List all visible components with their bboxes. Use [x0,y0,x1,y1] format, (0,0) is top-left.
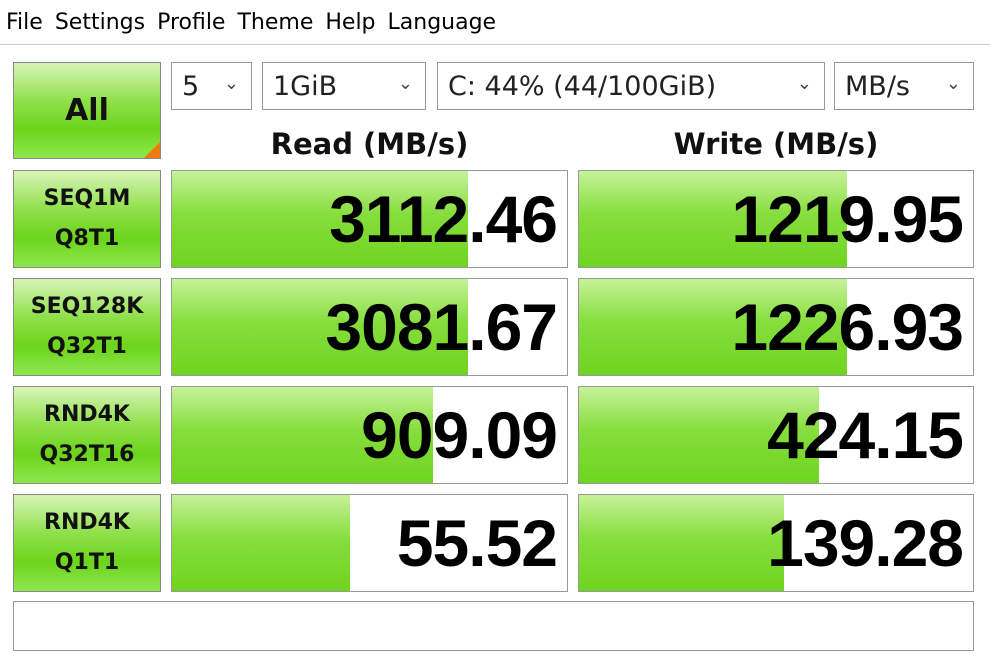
all-button[interactable]: All [13,62,161,159]
write-result: 424.15 [578,386,974,484]
menu-language[interactable]: Language [382,10,503,35]
chevron-down-icon: ⌄ [223,73,239,94]
test-label-2: Q32T16 [39,442,135,467]
menu-profile[interactable]: Profile [151,10,231,35]
write-result: 139.28 [578,494,974,592]
test-button[interactable]: SEQ1M Q8T1 [13,170,161,268]
unit-value: MB/s [845,70,910,102]
unit-select[interactable]: MB/s ⌄ [834,62,974,110]
corner-marker-icon [144,142,160,158]
test-size-value: 1GiB [273,70,338,102]
drive-select[interactable]: C: 44% (44/100GiB) ⌄ [437,62,825,110]
test-button[interactable]: RND4K Q1T1 [13,494,161,592]
read-value: 3081.67 [325,290,558,364]
read-result: 3112.46 [171,170,568,268]
chevron-down-icon: ⌄ [945,73,961,94]
comment-field[interactable] [13,601,974,651]
read-result: 55.52 [171,494,568,592]
test-label-1: RND4K [44,402,130,427]
test-button[interactable]: RND4K Q32T16 [13,386,161,484]
test-count-value: 5 [182,70,200,102]
menu-settings[interactable]: Settings [49,10,151,35]
test-label-2: Q32T1 [47,334,127,359]
write-value: 139.28 [767,506,964,580]
write-result: 1226.93 [578,278,974,376]
read-result: 3081.67 [171,278,568,376]
read-value: 909.09 [361,398,558,472]
chevron-down-icon: ⌄ [397,73,413,94]
test-label-1: SEQ128K [30,294,144,319]
all-label: All [65,93,109,128]
read-value: 55.52 [396,506,558,580]
chevron-down-icon: ⌄ [796,73,812,94]
drive-value: C: 44% (44/100GiB) [448,70,717,102]
read-header: Read (MB/s) [270,127,469,161]
read-result: 909.09 [171,386,568,484]
write-value: 1219.95 [731,182,964,256]
test-count-select[interactable]: 5 ⌄ [171,62,252,110]
test-button[interactable]: SEQ128K Q32T1 [13,278,161,376]
write-header: Write (MB/s) [673,127,879,161]
write-value: 1226.93 [731,290,964,364]
read-value: 3112.46 [329,182,558,256]
menu-theme[interactable]: Theme [231,10,319,35]
write-result: 1219.95 [578,170,974,268]
menu-file[interactable]: File [0,10,49,35]
test-label-1: RND4K [44,510,130,535]
menu-bar: File Settings Profile Theme Help Languag… [0,0,990,45]
write-value: 424.15 [767,398,964,472]
test-label-2: Q8T1 [54,226,120,251]
test-size-select[interactable]: 1GiB ⌄ [262,62,426,110]
read-bar [172,495,350,591]
test-label-1: SEQ1M [43,186,131,211]
menu-help[interactable]: Help [319,10,381,35]
write-bar [579,495,784,591]
test-label-2: Q1T1 [54,550,120,575]
